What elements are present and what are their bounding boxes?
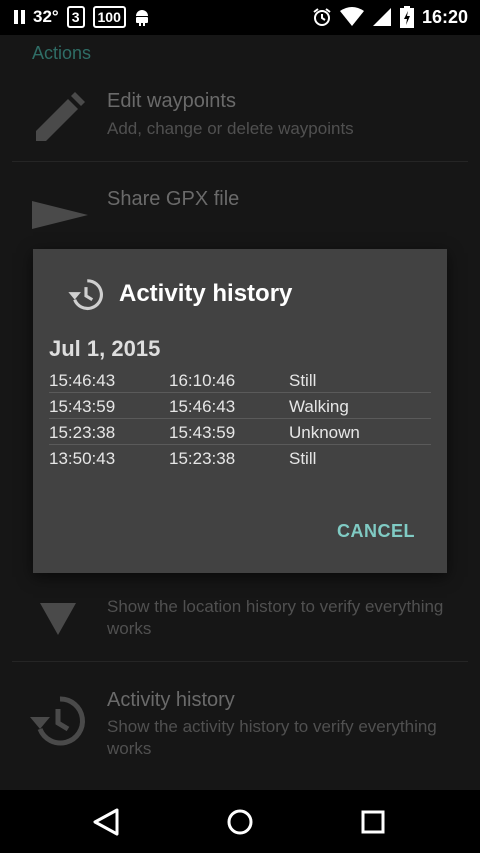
status-bar: 32° 3 100 16:20 [0,0,480,35]
history-date: Jul 1, 2015 [49,336,161,361]
home-circle-icon[interactable] [224,806,256,838]
end-time: 15:46:43 [169,397,236,416]
activity-type: Unknown [289,423,360,442]
battery-icon [399,6,414,28]
notification-badge-3: 3 [66,6,85,28]
activity-type: Still [289,371,317,390]
history-icon [68,279,103,310]
start-time: 15:23:38 [49,423,116,442]
start-time: 13:50:43 [49,449,116,468]
dialog-title: Activity history [119,280,293,307]
end-time: 15:43:59 [169,423,236,442]
notification-badge-100: 100 [92,6,126,28]
end-time: 15:23:38 [169,449,236,468]
table-row: 13:50:43 15:23:38 Still [49,445,431,471]
wifi-icon [339,7,364,26]
android-icon [135,10,148,26]
activity-type: Still [289,449,317,468]
dialog-header: Activity history [67,277,292,311]
history-table: 15:46:43 16:10:46 Still 15:43:59 15:46:4… [49,367,431,471]
recents-square-icon[interactable] [357,806,389,838]
activity-history-dialog: Activity history Jul 1, 2015 15:46:43 16… [33,249,447,573]
back-triangle-icon[interactable] [90,806,122,838]
activity-type: Walking [289,397,349,416]
start-time: 15:43:59 [49,397,116,416]
temperature: 32° [33,7,59,26]
clock: 16:20 [421,6,468,27]
end-time: 16:10:46 [169,371,236,390]
cell-signal-icon [372,8,391,26]
table-row: 15:46:43 16:10:46 Still [49,367,431,393]
start-time: 15:46:43 [49,371,116,390]
status-right: 16:20 [312,6,468,28]
status-left: 32° 3 100 [14,6,150,28]
table-row: 15:23:38 15:43:59 Unknown [49,419,431,445]
table-row: 15:43:59 15:46:43 Walking [49,393,431,419]
navigation-bar [0,790,480,853]
pause-icon [14,10,25,24]
cancel-button[interactable]: CANCEL [337,521,415,542]
alarm-icon [313,8,331,26]
